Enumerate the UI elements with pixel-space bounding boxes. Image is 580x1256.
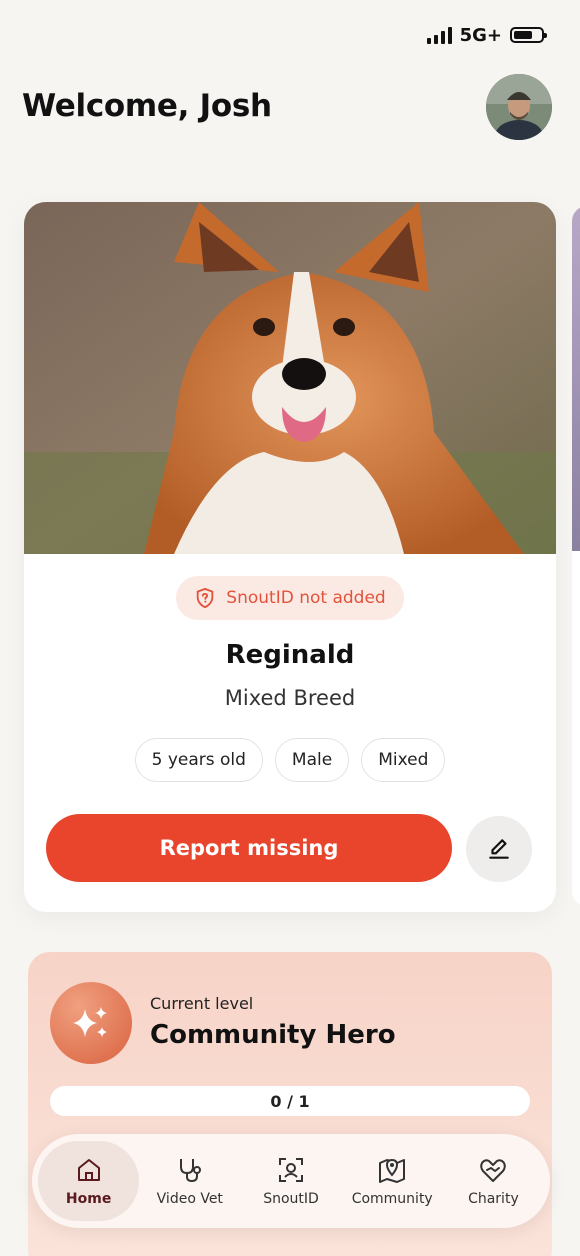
pet-card: SnoutID not added Reginald Mixed Breed 5… [24,202,556,912]
pencil-icon [489,839,509,859]
signal-icon [426,26,452,44]
next-pet-card-peek[interactable] [572,206,580,906]
bottom-nav: Home Video Vet SnoutID Community Charity [32,1134,550,1228]
level-label: Current level [150,994,254,1013]
battery-icon [510,27,547,43]
nav-item-charity[interactable]: Charity [443,1141,544,1221]
heart-hands-icon [480,1159,507,1182]
snoutid-status-badge[interactable]: SnoutID not added [176,576,404,620]
nav-label-community: Community [351,1191,433,1207]
nav-label-home: Home [65,1191,112,1207]
snoutid-status-label: SnoutID not added [226,588,386,608]
nav-item-snoutid[interactable]: SnoutID [240,1141,341,1221]
pet-breed: Mixed Breed [224,686,356,710]
face-scan-icon [279,1158,303,1182]
edit-pet-button[interactable] [466,816,532,882]
level-progress-bar: 0 / 1 [50,1086,530,1116]
welcome-title: Welcome, Josh [22,88,272,124]
nav-item-video-vet[interactable]: Video Vet [139,1141,240,1221]
avatar[interactable] [486,74,552,140]
level-progress-text: 0 / 1 [270,1091,310,1111]
pet-photo [24,202,556,554]
tag-breed-type: Mixed [361,738,446,782]
report-missing-button[interactable]: Report missing [46,814,452,882]
nav-label-charity: Charity [468,1191,519,1207]
network-label: 5G+ [459,24,502,46]
sparkles-icon [50,982,132,1064]
status-bar: 5G+ [426,20,547,50]
nav-item-home[interactable]: Home [38,1141,140,1221]
nav-label-video-vet: Video Vet [156,1191,223,1207]
tag-age: 5 years old [134,738,263,782]
stethoscope-icon [179,1159,201,1183]
home-icon [77,1159,100,1181]
pet-tags: 5 years old Male Mixed [24,738,556,782]
tag-sex: Male [274,738,350,782]
pet-name: Reginald [225,640,355,670]
level-name: Community Hero [150,1020,396,1050]
map-pin-icon [379,1158,406,1183]
nav-label-snoutid: SnoutID [263,1191,319,1207]
nav-item-community[interactable]: Community [342,1141,443,1221]
shield-question-icon [197,587,214,609]
